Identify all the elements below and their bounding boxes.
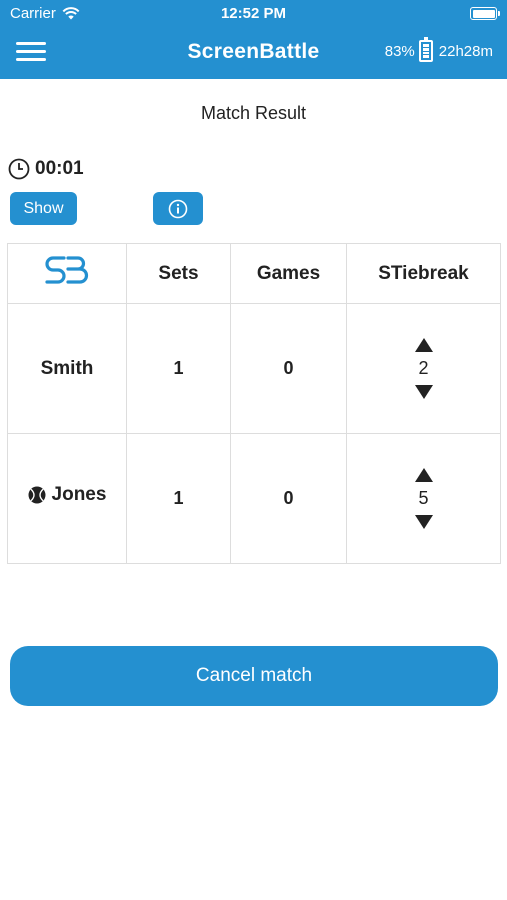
arrow-up-icon[interactable] xyxy=(414,338,433,352)
info-button[interactable] xyxy=(153,192,203,225)
score-header-row: Sets Games STiebreak xyxy=(7,243,501,304)
arrow-down-icon[interactable] xyxy=(414,385,433,399)
tiebreak-cell: 2 xyxy=(346,303,501,434)
show-button[interactable]: Show xyxy=(10,192,77,225)
tiebreak-header: STiebreak xyxy=(346,243,501,304)
player-name: Jones xyxy=(51,484,107,505)
player-name: Smith xyxy=(40,357,94,379)
clock-icon xyxy=(8,158,30,180)
games-header: Games xyxy=(230,243,347,304)
sets-cell: 1 xyxy=(126,303,231,434)
tiebreak-value: 5 xyxy=(418,488,429,508)
score-table: Sets Games STiebreak Smith 1 0 2 Jones 1… xyxy=(7,243,501,564)
sets-cell: 1 xyxy=(126,433,231,564)
info-icon xyxy=(168,199,188,218)
games-cell: 0 xyxy=(230,433,347,564)
status-bar: Carrier 12:52 PM xyxy=(0,0,507,28)
battery-status: 83% 22h28m xyxy=(384,37,493,62)
tiebreak-cell: 5 xyxy=(346,433,501,564)
status-time: 12:52 PM xyxy=(220,5,287,22)
battery-time: 22h28m xyxy=(438,42,493,60)
tiebreak-value: 2 xyxy=(418,358,429,378)
games-cell: 0 xyxy=(230,303,347,434)
arrow-down-icon[interactable] xyxy=(414,515,433,529)
player-name-cell: Jones xyxy=(7,433,127,564)
page-title: Match Result xyxy=(200,103,307,123)
match-timer: 00:01 xyxy=(8,158,84,180)
logo-cell xyxy=(7,243,127,304)
player-row: Smith 1 0 2 xyxy=(7,303,501,434)
player-row: Jones 1 0 5 xyxy=(7,433,501,564)
phone-battery-icon xyxy=(418,37,433,62)
battery-icon xyxy=(470,7,500,20)
battery-percent: 83% xyxy=(384,42,415,60)
timer-value: 00:01 xyxy=(35,158,84,179)
sets-header: Sets xyxy=(126,243,231,304)
nav-bar: ScreenBattle 83% 22h28m xyxy=(0,28,507,79)
app-header: Carrier 12:52 PM ScreenBattle 83% 22h28m xyxy=(0,0,507,79)
arrow-up-icon[interactable] xyxy=(414,468,433,482)
sb-logo xyxy=(45,255,89,284)
player-name-cell: Smith xyxy=(7,303,127,434)
tennis-ball-icon xyxy=(28,486,46,504)
cancel-match-button[interactable]: Cancel match xyxy=(10,646,498,706)
